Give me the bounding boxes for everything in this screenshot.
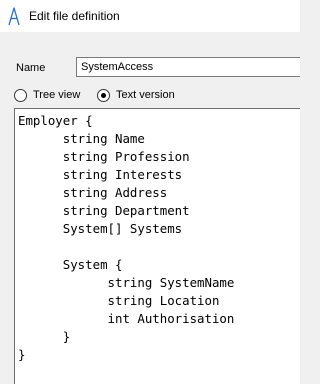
a-letter-icon [8,7,20,26]
name-input[interactable] [76,57,300,77]
tree-view-radio-label[interactable]: Tree view [33,89,80,101]
text-version-radio-circle[interactable] [97,88,110,102]
text-version-radio-label[interactable]: Text version [116,89,175,101]
text-version-radio[interactable]: Text version [97,87,175,103]
edit-file-definition-dialog: Edit file definition Name Tree view Text… [0,0,300,384]
name-label: Name [16,62,46,74]
window-title: Edit file definition [29,9,120,23]
tree-view-radio[interactable]: Tree view [14,87,80,103]
definition-text-editor[interactable]: Employer { string Name string Profession… [14,108,300,384]
title-bar[interactable]: Edit file definition [0,0,300,32]
tree-view-radio-circle[interactable] [14,88,27,102]
